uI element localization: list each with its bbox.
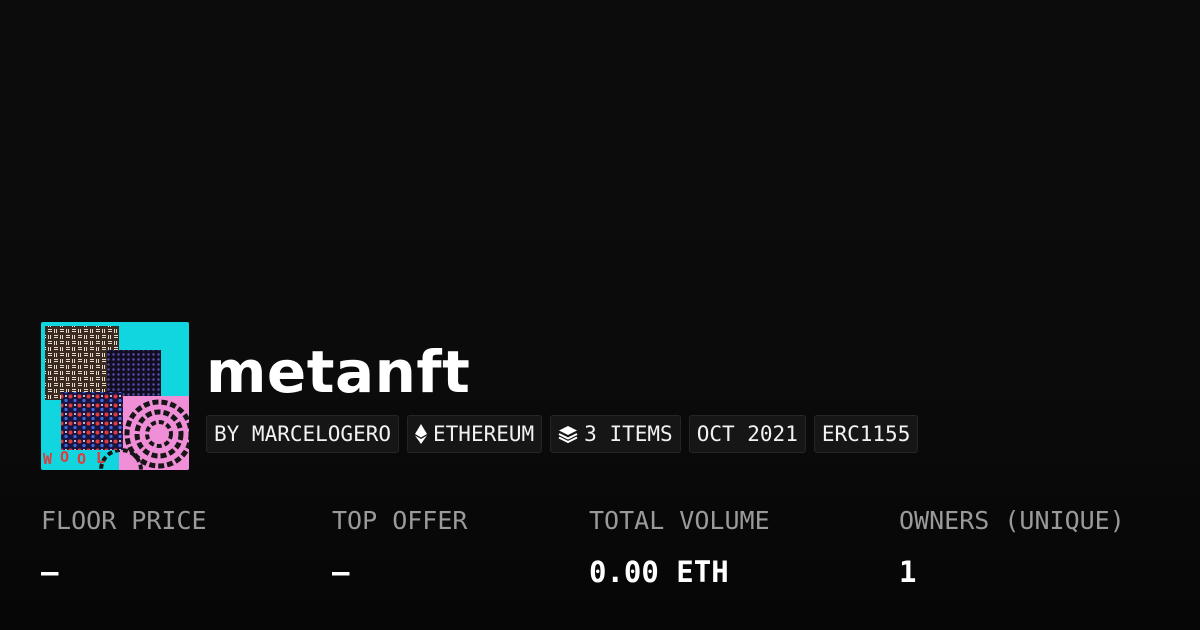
svg-text:L: L <box>96 449 105 467</box>
owners-stat: OWNERS (UNIQUE) 1 <box>899 505 1125 589</box>
top-offer-label: TOP OFFER <box>332 506 468 535</box>
owners-value: 1 <box>899 555 917 589</box>
layers-icon <box>558 425 578 443</box>
collection-tags: BY MARCELOGERO ETHEREUM 3 ITEMS OCT 2021… <box>206 415 919 453</box>
total-volume-label: TOTAL VOLUME <box>589 506 770 535</box>
date-label: OCT 2021 <box>696 422 798 446</box>
floor-price-label: FLOOR PRICE <box>41 506 207 535</box>
collection-stats: FLOOR PRICE — TOP OFFER — TOTAL VOLUME 0… <box>0 505 1200 615</box>
floor-price-stat: FLOOR PRICE — <box>41 505 207 589</box>
date-tag: OCT 2021 <box>688 415 806 453</box>
standard-label: ERC1155 <box>821 422 911 446</box>
ethereum-icon <box>415 424 428 444</box>
svg-text:W: W <box>43 450 53 468</box>
top-offer-value: — <box>332 555 350 589</box>
collection-title: metanft <box>206 338 471 406</box>
collection-thumbnail: W O O L <box>41 322 189 470</box>
items-tag[interactable]: 3 ITEMS <box>550 415 681 453</box>
floor-price-value: — <box>41 555 59 589</box>
svg-text:O: O <box>77 450 86 468</box>
total-volume-stat: TOTAL VOLUME 0.00 ETH <box>589 505 770 589</box>
creator-tag[interactable]: BY MARCELOGERO <box>206 415 400 453</box>
creator-label: BY MARCELOGERO <box>214 422 392 446</box>
top-offer-stat: TOP OFFER — <box>332 505 467 589</box>
chain-tag[interactable]: ETHEREUM <box>407 415 543 453</box>
total-volume-value: 0.00 ETH <box>589 555 729 589</box>
owners-label: OWNERS (UNIQUE) <box>899 506 1125 535</box>
items-label: 3 ITEMS <box>584 422 673 446</box>
chain-label: ETHEREUM <box>433 422 535 446</box>
standard-tag: ERC1155 <box>813 415 919 453</box>
svg-text:O: O <box>60 448 69 466</box>
